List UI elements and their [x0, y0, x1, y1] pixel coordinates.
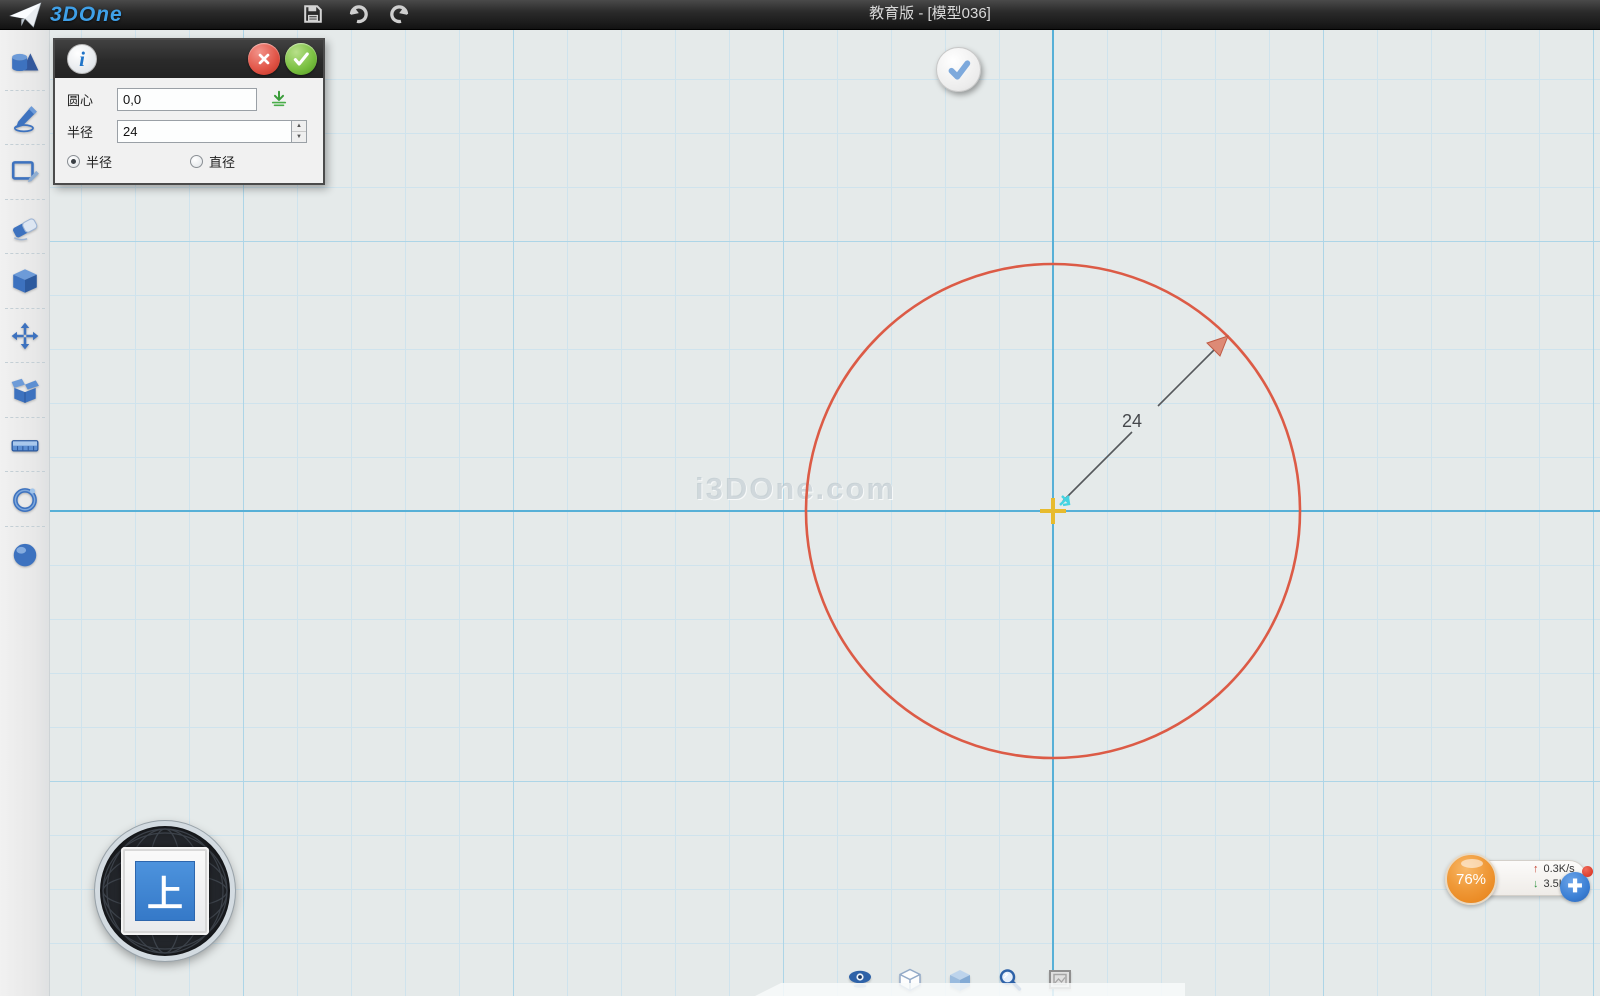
check-icon: [291, 49, 311, 69]
ring-icon: [10, 484, 40, 514]
radio-icon: [67, 155, 80, 168]
cursor-snap-marker: [1060, 496, 1069, 505]
radio-option-1[interactable]: 直径: [190, 152, 235, 171]
radius-diameter-options: 半径 直径: [67, 152, 311, 171]
save-icon: [302, 3, 324, 28]
paper-plane-icon: [8, 1, 44, 29]
radio-icon: [190, 155, 203, 168]
stepper-up-icon[interactable]: ▲: [292, 121, 306, 132]
check-icon: [944, 55, 974, 85]
pick-point-icon[interactable]: [269, 90, 289, 110]
radius-label: 半径: [67, 122, 117, 141]
upload-arrow-icon: ↑: [1533, 862, 1539, 877]
center-input[interactable]: [117, 88, 257, 111]
redo-button[interactable]: [388, 3, 414, 27]
cube-icon: [10, 266, 40, 296]
close-icon: [255, 50, 273, 68]
sidebar-item-measure[interactable]: [0, 418, 50, 473]
radio-option-0[interactable]: 半径: [67, 152, 112, 171]
grid-axis-horizontal: [50, 510, 1600, 512]
info-icon[interactable]: i: [67, 44, 97, 74]
download-arrow-icon: ↓: [1533, 877, 1539, 892]
grid-axis-vertical: [1052, 30, 1054, 996]
center-field-row: 圆心: [67, 88, 311, 111]
stepper-down-icon[interactable]: ▼: [292, 132, 306, 142]
move-icon: [10, 321, 40, 351]
progress-percent: 76%: [1456, 871, 1486, 888]
network-speed-widget[interactable]: ↑ 0.3K/s ↓ 3.5K/s ✚ 76%: [1445, 853, 1600, 913]
redo-icon: [390, 3, 412, 28]
apply-check-button[interactable]: [936, 47, 981, 92]
sidebar-item-ring[interactable]: [0, 472, 50, 527]
sidebar-item-feature[interactable]: [0, 254, 50, 309]
titlebar: 3DOne 教育版 - [模型036]: [0, 0, 1600, 30]
progress-badge[interactable]: 76%: [1445, 853, 1497, 905]
sketch-pen-icon: [10, 103, 40, 133]
view-cube-face-label: 上: [135, 861, 195, 921]
save-button[interactable]: [300, 3, 326, 27]
cancel-button[interactable]: [248, 43, 280, 75]
primitives-icon: [10, 48, 40, 78]
radius-field-row: 半径 ▲ ▼: [67, 120, 311, 143]
undo-icon: [346, 3, 368, 28]
sidebar-item-sketch-edit[interactable]: [0, 145, 50, 200]
dimension-arrow: [1207, 336, 1228, 356]
sidebar-item-special-edit[interactable]: [0, 200, 50, 255]
sidebar-item-primitives[interactable]: [0, 36, 50, 91]
confirm-button[interactable]: [285, 43, 317, 75]
center-label: 圆心: [67, 90, 117, 109]
left-toolbar: [0, 30, 50, 996]
collapsed-tray: [755, 983, 1185, 996]
sketch-edit-icon: [10, 157, 40, 187]
dialog-body: 圆心 半径 ▲ ▼ 半径 直径: [55, 78, 323, 183]
window-title: 教育版 - [模型036]: [869, 0, 991, 28]
titlebar-quick-buttons: [300, 0, 414, 30]
notification-dot: [1582, 866, 1593, 877]
sidebar-item-transform[interactable]: [0, 309, 50, 364]
watermark: i3DOne.com: [695, 471, 896, 507]
eraser-icon: [10, 212, 40, 242]
radius-input[interactable]: [117, 120, 292, 143]
dialog-header: i: [55, 40, 323, 78]
app-logo: 3DOne: [8, 0, 123, 30]
ruler-icon: [10, 430, 40, 460]
undo-button[interactable]: [344, 3, 370, 27]
sidebar-item-combine[interactable]: [0, 363, 50, 418]
circle-tool-dialog: i 圆心 半径 ▲: [53, 38, 325, 185]
sidebar-item-sphere[interactable]: [0, 527, 50, 582]
dimension-value: 24: [1122, 411, 1142, 432]
radius-stepper: ▲ ▼: [292, 120, 307, 143]
sidebar-item-sketch-draw[interactable]: [0, 91, 50, 146]
box-open-icon: [10, 375, 40, 405]
sphere-icon: [10, 539, 40, 569]
view-cube-face[interactable]: 上: [121, 847, 209, 935]
brand-text: 3DOne: [50, 3, 123, 27]
view-navigator[interactable]: 上: [95, 821, 235, 961]
